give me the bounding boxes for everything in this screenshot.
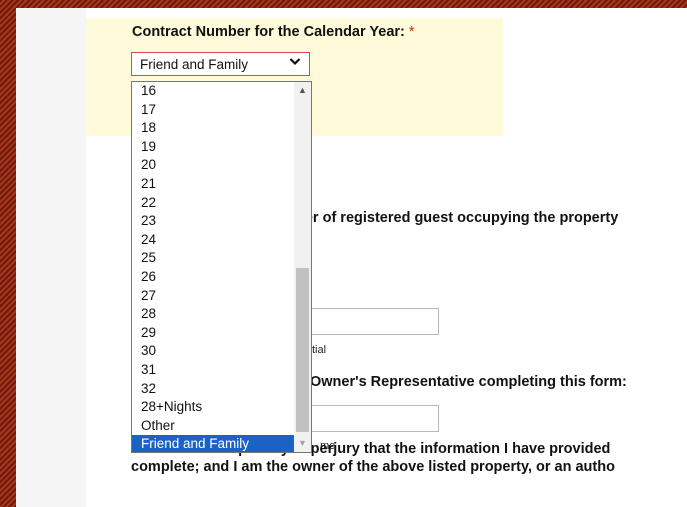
left-margin <box>16 8 86 507</box>
dropdown-option[interactable]: 26 <box>132 268 294 287</box>
form-page: Contract Number for the Calendar Year: * … <box>16 8 687 507</box>
dropdown-option[interactable]: Friend and Family <box>132 435 294 452</box>
select-dropdown-list[interactable]: 16 17 18 19 20 21 22 23 24 25 26 27 28 29 30 31 32 28+Nig… <box>131 81 312 453</box>
chevron-down-icon <box>289 55 301 72</box>
name-input[interactable] <box>310 405 439 432</box>
dropdown-option[interactable]: 22 <box>132 194 294 213</box>
dropdown-option[interactable]: 28+Nights <box>132 398 294 417</box>
dropdown-option[interactable]: 19 <box>132 138 294 157</box>
dropdown-option[interactable]: 30 <box>132 342 294 361</box>
dropdown-option[interactable]: 32 <box>132 380 294 399</box>
rep-question-fragment: Owner's Representative completing this f… <box>310 374 627 390</box>
guest-question-fragment: ber of registered guest occupying the pr… <box>296 210 619 226</box>
initial-caption: tial <box>312 344 327 356</box>
declaration-line-2: complete; and I am the owner of the abov… <box>131 459 615 475</box>
dropdown-option[interactable]: 27 <box>132 287 294 306</box>
dropdown-option[interactable]: 16 <box>132 82 294 101</box>
dropdown-option[interactable]: Other <box>132 417 294 436</box>
contract-number-label-text: Contract Number for the Calendar Year: <box>132 24 405 40</box>
required-marker: * <box>408 24 415 40</box>
dropdown-option[interactable]: 25 <box>132 249 294 268</box>
dropdown-option[interactable]: 28 <box>132 305 294 324</box>
contract-number-select[interactable]: Friend and Family <box>131 52 310 76</box>
scroll-down-icon[interactable]: ▼ <box>294 435 311 452</box>
option-list: 16 17 18 19 20 21 22 23 24 25 26 27 28 29 30 31 32 28+Nig… <box>132 82 294 452</box>
dropdown-option[interactable]: 17 <box>132 101 294 120</box>
select-value: Friend and Family <box>140 57 249 72</box>
initial-input[interactable] <box>310 308 439 335</box>
scroll-up-icon[interactable]: ▲ <box>294 82 311 99</box>
contract-number-label: Contract Number for the Calendar Year: * <box>132 24 415 40</box>
dropdown-option[interactable]: 23 <box>132 212 294 231</box>
dropdown-option[interactable]: 18 <box>132 119 294 138</box>
dropdown-option[interactable]: 31 <box>132 361 294 380</box>
scroll-thumb[interactable] <box>296 268 309 432</box>
dropdown-option[interactable]: 20 <box>132 156 294 175</box>
dropdown-scrollbar[interactable]: ▲ ▼ <box>294 82 311 452</box>
dropdown-option[interactable]: 29 <box>132 324 294 343</box>
dropdown-option[interactable]: 24 <box>132 231 294 250</box>
dropdown-option[interactable]: 21 <box>132 175 294 194</box>
